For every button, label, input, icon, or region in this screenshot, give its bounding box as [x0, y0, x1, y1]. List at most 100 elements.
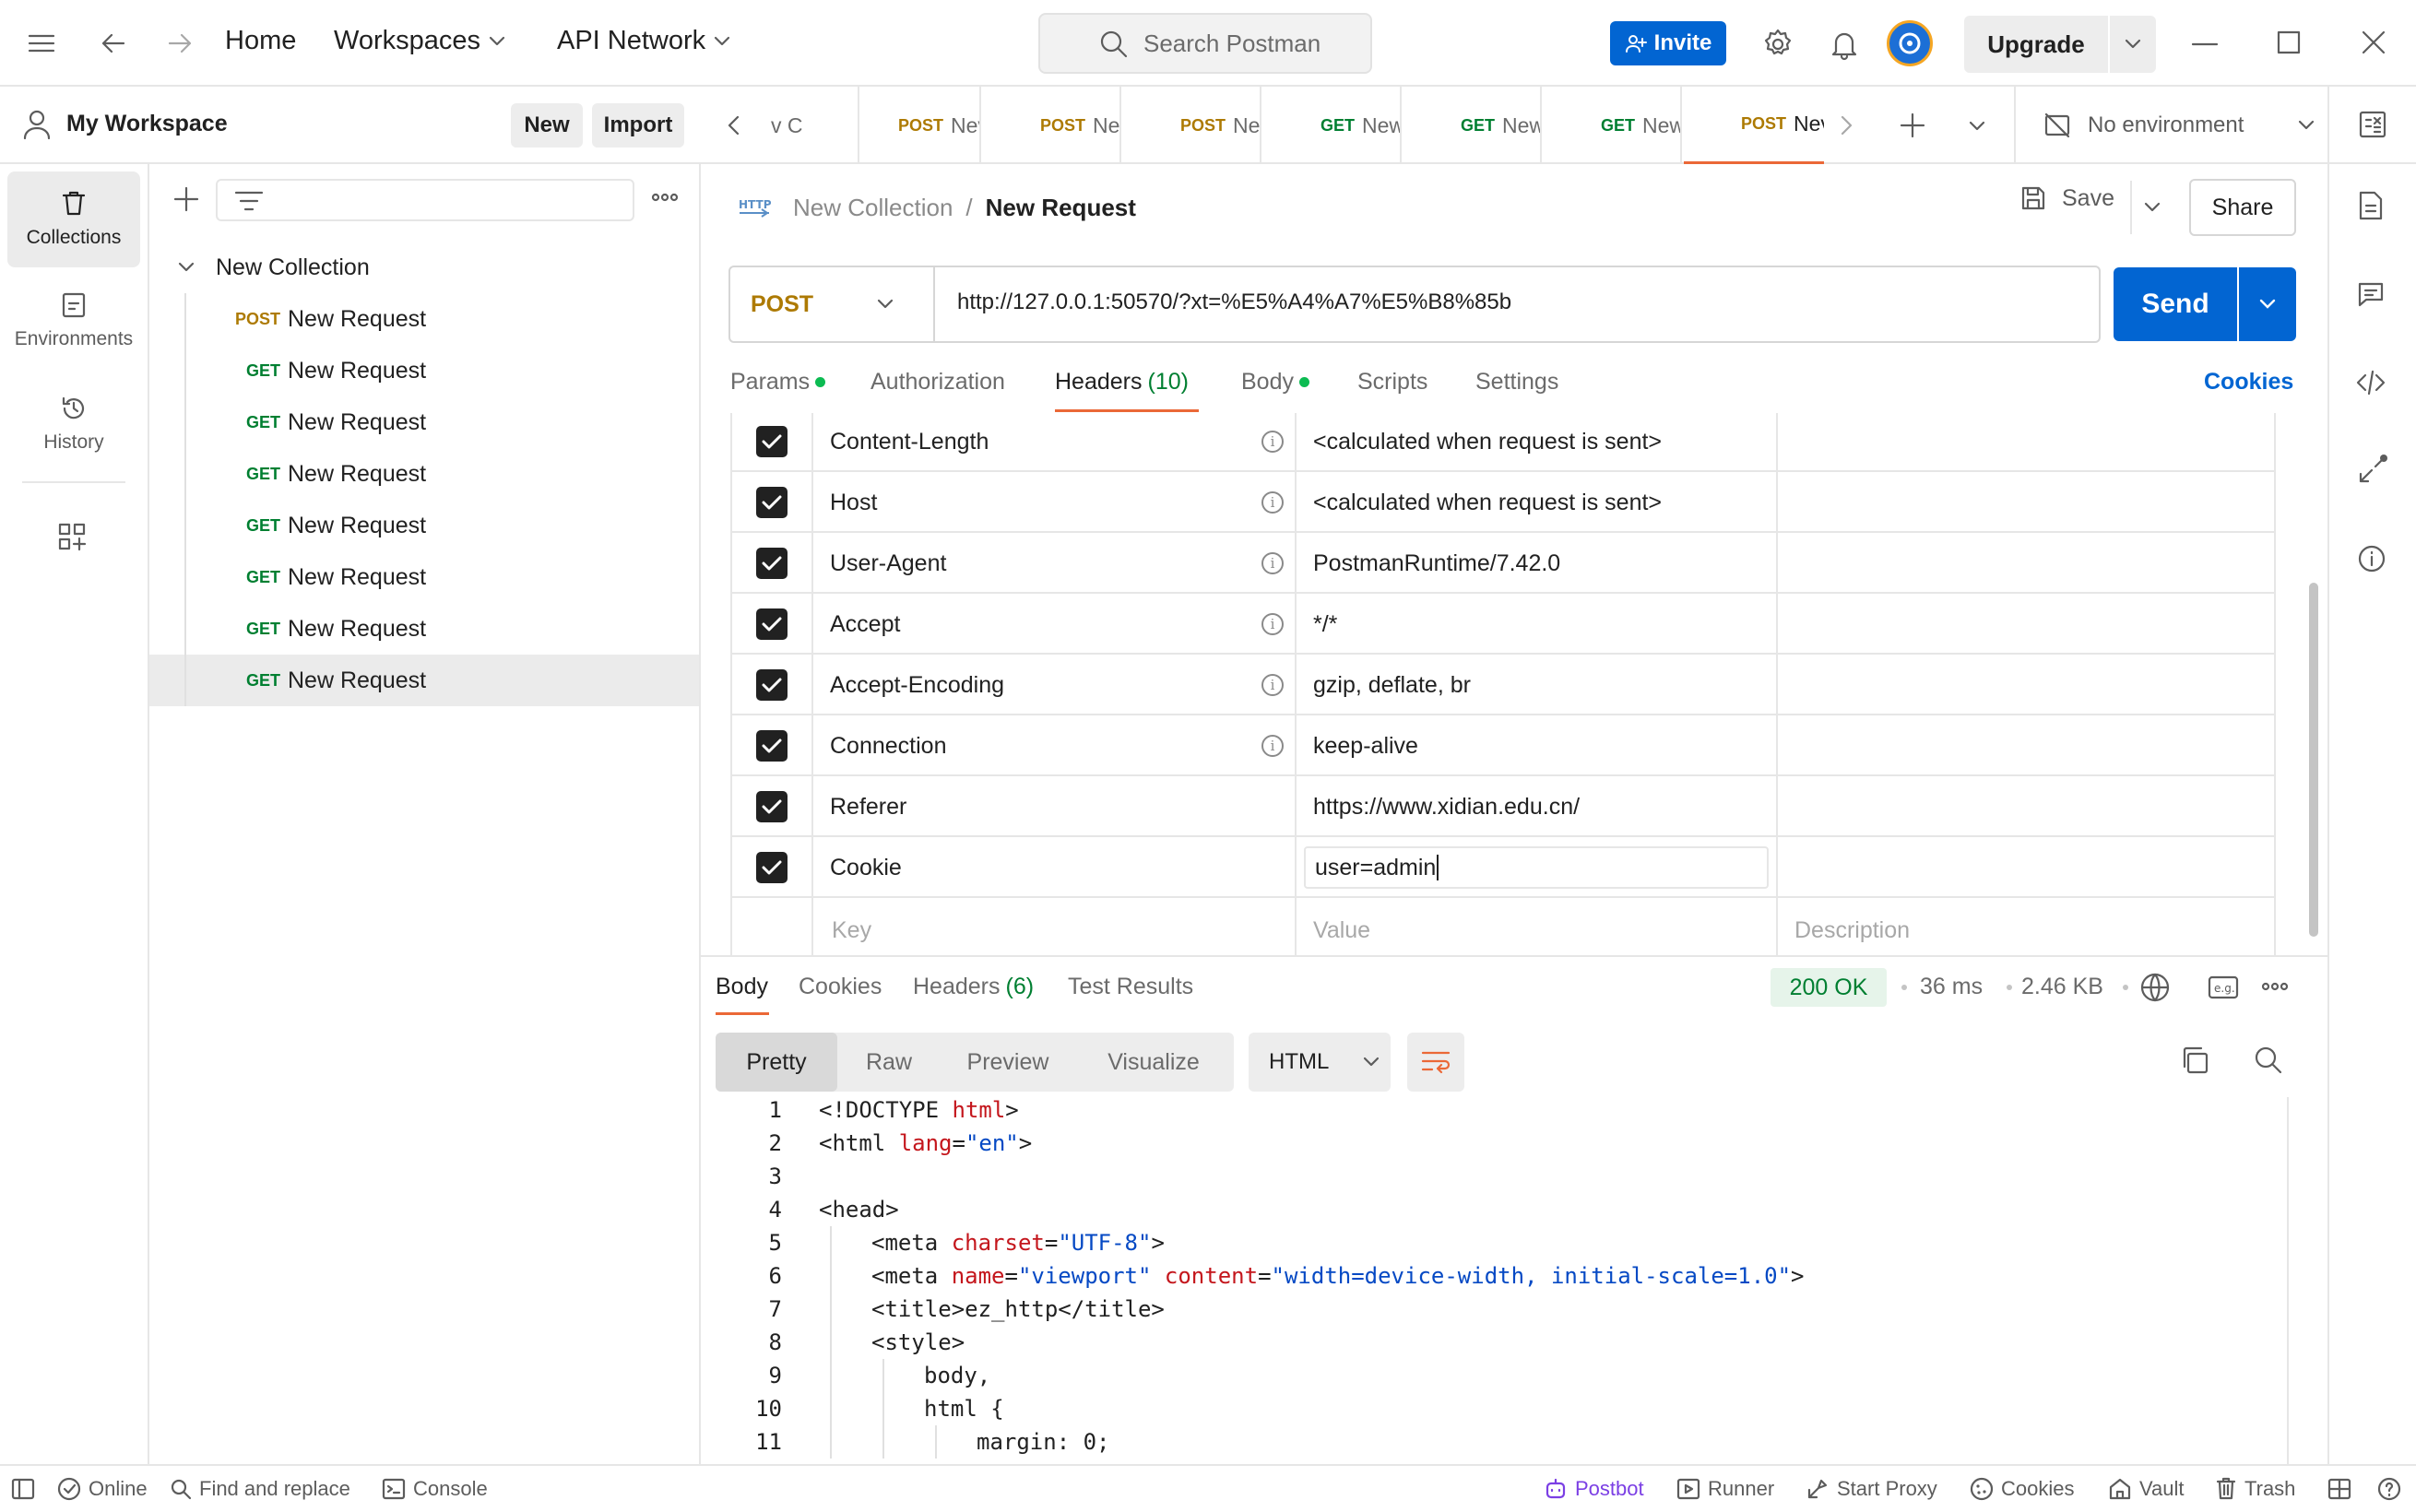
- sidebar-request-item[interactable]: GET New Request: [149, 500, 699, 551]
- tab-params[interactable]: Params: [730, 369, 826, 396]
- tabs-scroll-left-icon[interactable]: [727, 114, 741, 136]
- header-checkbox[interactable]: [756, 837, 788, 898]
- tab-body[interactable]: Body: [1241, 369, 1309, 396]
- header-checkbox[interactable]: [756, 655, 788, 715]
- header-value[interactable]: */*: [1313, 594, 1337, 655]
- copy-icon[interactable]: [2180, 1045, 2209, 1075]
- collection-row[interactable]: New Collection: [149, 242, 699, 293]
- request-tab[interactable]: POST Nev: [1123, 87, 1261, 164]
- tabs-dropdown-icon[interactable]: [1968, 120, 1986, 133]
- header-checkbox[interactable]: [756, 594, 788, 655]
- header-value[interactable]: PostmanRuntime/7.42.0: [1313, 533, 1560, 594]
- header-key[interactable]: Referer: [830, 776, 906, 837]
- pane-divider[interactable]: [701, 955, 2327, 957]
- code-scroll-track[interactable]: [2287, 1097, 2289, 1464]
- header-value[interactable]: <calculated when request is sent>: [1313, 472, 1662, 533]
- header-description[interactable]: [1794, 472, 2256, 533]
- header-checkbox[interactable]: [756, 715, 788, 776]
- response-tab-test-results[interactable]: Test Results: [1068, 974, 1193, 1000]
- breadcrumb-request[interactable]: New Request: [986, 194, 1136, 222]
- new-tab-plus-icon[interactable]: [1900, 112, 1925, 138]
- back-arrow-icon[interactable]: [100, 30, 127, 57]
- related-collections-icon[interactable]: [2357, 454, 2388, 485]
- find-replace[interactable]: Find and replace: [170, 1466, 350, 1512]
- header-value[interactable]: https://www.xidian.edu.cn/: [1313, 776, 1580, 837]
- headers-scrollbar[interactable]: [2309, 583, 2318, 937]
- sidebar-request-item[interactable]: GET New Request: [149, 345, 699, 396]
- trash[interactable]: Trash: [2215, 1466, 2295, 1512]
- value-placeholder[interactable]: Value: [1313, 900, 1370, 961]
- nav-workspaces[interactable]: Workspaces: [334, 26, 506, 56]
- maximize-icon[interactable]: [2276, 30, 2302, 55]
- runner[interactable]: Runner: [1676, 1466, 1774, 1512]
- globe-icon[interactable]: [2139, 972, 2171, 1003]
- help-icon[interactable]: [2377, 1466, 2401, 1512]
- rail-collections[interactable]: Collections: [7, 171, 140, 267]
- vault[interactable]: Vault: [2108, 1466, 2185, 1512]
- rail-environments[interactable]: Environments: [7, 273, 140, 369]
- view-raw[interactable]: Raw: [837, 1033, 941, 1092]
- documentation-icon[interactable]: [2357, 190, 2385, 221]
- menu-icon[interactable]: [28, 31, 55, 55]
- request-tab[interactable]: POST Nev: [983, 87, 1121, 164]
- response-tab-cookies[interactable]: Cookies: [799, 974, 882, 1000]
- environment-selector[interactable]: No environment: [2014, 87, 2327, 164]
- tab-settings[interactable]: Settings: [1475, 369, 1558, 396]
- header-checkbox[interactable]: [756, 411, 788, 472]
- request-tab[interactable]: GET New: [1403, 87, 1542, 164]
- wrap-lines-button[interactable]: [1407, 1033, 1464, 1092]
- minimize-icon[interactable]: [2191, 42, 2219, 46]
- start-proxy[interactable]: Start Proxy: [1806, 1466, 1937, 1512]
- tab-authorization[interactable]: Authorization: [870, 369, 1005, 396]
- info-icon[interactable]: [2357, 544, 2386, 573]
- request-tab-active[interactable]: POST Nev: [1684, 87, 1824, 164]
- cookies-link[interactable]: Cookies: [2204, 369, 2293, 396]
- upgrade-button[interactable]: Upgrade: [1964, 16, 2108, 73]
- header-checkbox[interactable]: [756, 472, 788, 533]
- nav-api-network[interactable]: API Network: [557, 26, 731, 56]
- header-value[interactable]: <calculated when request is sent>: [1313, 411, 1662, 472]
- sidebar-request-item[interactable]: GET New Request: [149, 448, 699, 500]
- header-key[interactable]: Connection: [830, 715, 946, 776]
- save-example-icon[interactable]: e.g.: [2208, 975, 2239, 999]
- header-key[interactable]: Content-Length: [830, 411, 989, 472]
- layout-toggle-icon[interactable]: [2327, 1466, 2351, 1512]
- online-status[interactable]: Online: [57, 1466, 148, 1512]
- toggle-sidebar-icon[interactable]: [11, 1466, 35, 1512]
- method-selector[interactable]: POST: [730, 267, 935, 341]
- request-tab[interactable]: GET New: [1263, 87, 1402, 164]
- sidebar-request-item[interactable]: POST New Request: [149, 293, 699, 345]
- sidebar-request-item[interactable]: GET New Request: [149, 603, 699, 655]
- save-button[interactable]: Save: [2019, 184, 2114, 212]
- invite-button[interactable]: Invite: [1610, 21, 1726, 65]
- workspace-name[interactable]: My Workspace: [66, 111, 228, 137]
- request-tab[interactable]: POST Nev: [841, 87, 981, 164]
- bell-icon[interactable]: [1828, 28, 1861, 61]
- header-description[interactable]: [1794, 776, 2256, 837]
- header-description[interactable]: [1794, 715, 2256, 776]
- add-widgets-icon[interactable]: [57, 522, 87, 551]
- gear-icon[interactable]: [1761, 28, 1794, 61]
- header-description[interactable]: [1794, 533, 2256, 594]
- search-input[interactable]: Search Postman: [1038, 13, 1372, 74]
- tab-headers[interactable]: Headers (10): [1055, 369, 1189, 396]
- forward-arrow-icon[interactable]: [166, 30, 194, 57]
- response-time[interactable]: 36 ms: [1920, 974, 1983, 1000]
- header-key[interactable]: Accept: [830, 594, 900, 655]
- send-dropdown[interactable]: [2239, 267, 2296, 341]
- header-value[interactable]: gzip, deflate, br: [1313, 655, 1471, 715]
- info-icon[interactable]: i: [1261, 472, 1284, 533]
- sidebar-request-item-selected[interactable]: GET New Request: [149, 655, 699, 706]
- response-size[interactable]: 2.46 KB: [2021, 974, 2103, 1000]
- format-selector[interactable]: HTML: [1249, 1033, 1391, 1092]
- response-tab-headers[interactable]: Headers (6): [913, 974, 1034, 1000]
- code-snippet-icon[interactable]: [2355, 369, 2386, 396]
- header-key[interactable]: Accept-Encoding: [830, 655, 1004, 715]
- header-checkbox[interactable]: [756, 533, 788, 594]
- view-pretty[interactable]: Pretty: [716, 1033, 837, 1092]
- header-description[interactable]: [1794, 594, 2256, 655]
- response-code-viewer[interactable]: 1 <!DOCTYPE html> 2 <html lang="en"> 3 4 <head…: [716, 1097, 2283, 1466]
- response-tab-body[interactable]: Body: [716, 974, 768, 1000]
- info-icon[interactable]: i: [1261, 594, 1284, 655]
- breadcrumb-collection[interactable]: New Collection: [793, 194, 953, 222]
